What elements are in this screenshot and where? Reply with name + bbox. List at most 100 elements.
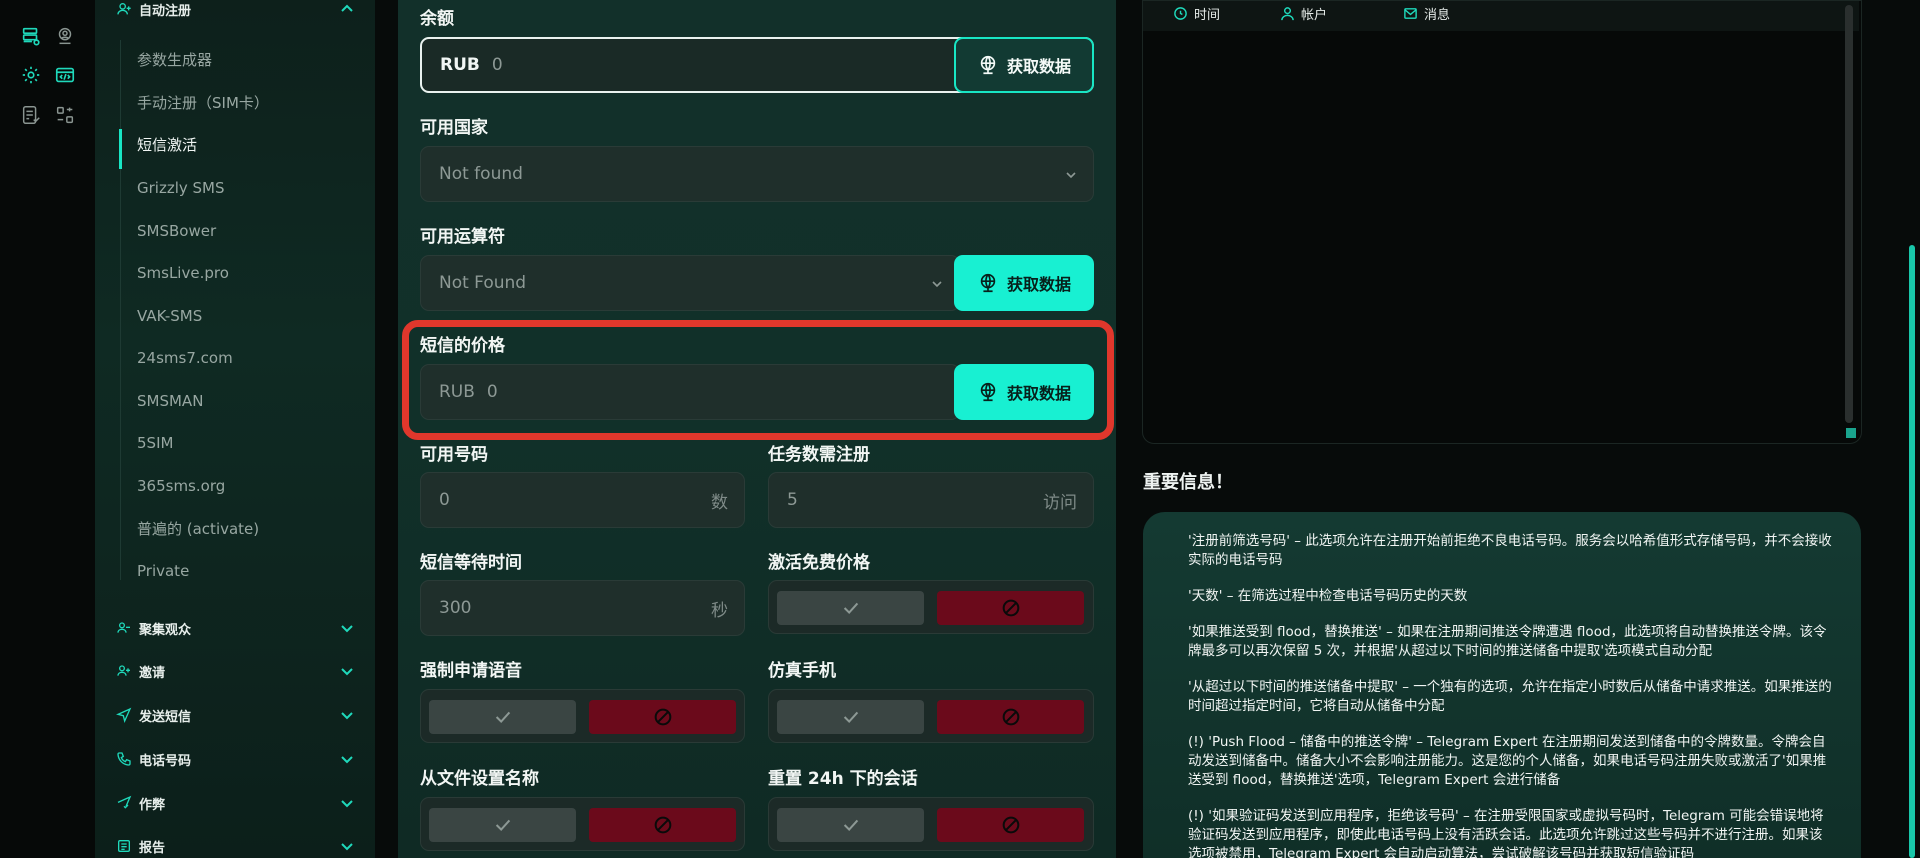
info-paragraph: (!) 'Push Flood – 储备中的推送令牌' – Telegram E…: [1188, 734, 1827, 788]
globe-icon: [980, 273, 996, 293]
free-price-label: 激活免费价格: [768, 553, 870, 573]
chevron-down-icon[interactable]: [339, 795, 355, 811]
log-column-account[interactable]: 帐户: [1280, 4, 1327, 23]
sidebar-item-private[interactable]: Private: [137, 560, 357, 582]
code-window-icon[interactable]: [53, 63, 77, 87]
sidebar-section-send-sms[interactable]: 发送短信: [115, 704, 355, 726]
sidebar-section-label: 电话号码: [139, 753, 192, 769]
sidebar-tree-line: [120, 40, 121, 580]
tasks-field[interactable]: 5 访问: [768, 472, 1094, 528]
log-scrollbar[interactable]: [1845, 5, 1853, 423]
ban-icon: [654, 708, 671, 726]
countries-select[interactable]: Not found: [420, 146, 1094, 202]
ban-icon: [1002, 816, 1019, 834]
operators-value: Not Found: [439, 273, 527, 293]
enable-button[interactable]: [429, 700, 576, 734]
reset-sessions-label: 重置 24h 下的会话: [768, 769, 918, 789]
highlight-box: [402, 320, 1114, 440]
balance-currency: RUB: [440, 55, 480, 75]
operators-label: 可用运算符: [420, 227, 505, 247]
log-panel-header: 时间 帐户 消息: [1143, 1, 1859, 31]
check-icon: [495, 711, 510, 724]
user-add-icon: [115, 0, 133, 18]
enable-button[interactable]: [429, 808, 576, 842]
log-column-label: 时间: [1194, 8, 1221, 23]
info-paragraph: '从超过以下时间的推送储备中提取' – 一个独有的选项，允许在指定小时数后从储备…: [1188, 679, 1832, 714]
page-scrollbar[interactable]: [1909, 245, 1915, 858]
name-from-file-label: 从文件设置名称: [420, 769, 539, 789]
clock-icon: [1174, 7, 1187, 20]
countries-value: Not found: [439, 164, 523, 184]
check-icon: [495, 819, 510, 832]
info-paragraph: (!) '如果验证码发送到应用程序，拒绝该号码' – 在注册受限国家或虚拟号码时…: [1188, 808, 1824, 858]
enable-button[interactable]: [777, 700, 924, 734]
sms-wait-unit: 秒: [711, 600, 728, 621]
available-numbers-field[interactable]: 0 数: [420, 472, 745, 528]
sidebar-item-smsman[interactable]: SMSMAN: [137, 390, 357, 412]
emulate-phone-label: 仿真手机: [768, 661, 836, 681]
enable-button[interactable]: [777, 591, 924, 625]
sidebar-section-cheat[interactable]: 作弊: [115, 792, 355, 814]
chevron-up-icon[interactable]: [339, 1, 355, 17]
sidebar-section-audience[interactable]: 聚集观众: [115, 617, 355, 639]
chevron-down-icon: [932, 281, 942, 288]
sidebar-item-sms-activation[interactable]: 短信激活: [137, 134, 357, 156]
user-location-icon[interactable]: [53, 24, 77, 48]
sidebar-item-5sim[interactable]: 5SIM: [137, 432, 357, 454]
log-column-message[interactable]: 消息: [1403, 4, 1450, 23]
sidebar-section-phone-numbers[interactable]: 电话号码: [115, 748, 355, 770]
sidebar-item-param-generator[interactable]: 参数生成器: [137, 49, 357, 71]
sidebar-item-activate[interactable]: 普遍的 (activate): [137, 518, 357, 540]
operators-select[interactable]: Not Found: [420, 255, 960, 311]
sidebar-section-label: 聚集观众: [139, 622, 192, 638]
check-icon: [843, 819, 858, 832]
chevron-down-icon[interactable]: [339, 620, 355, 636]
sidebar-item-smsbower[interactable]: SMSBower: [137, 220, 357, 242]
disable-button[interactable]: [589, 700, 736, 734]
sms-wait-field[interactable]: 300 秒: [420, 580, 745, 636]
ban-icon: [1002, 708, 1019, 726]
checklist-icon[interactable]: [19, 103, 43, 127]
chevron-down-icon[interactable]: [339, 838, 355, 854]
chevron-down-icon: [1066, 172, 1076, 179]
disable-button[interactable]: [937, 700, 1084, 734]
disable-button[interactable]: [589, 808, 736, 842]
check-icon: [843, 711, 858, 724]
phone-icon: [115, 750, 133, 768]
emulate-phone-toggle: [768, 689, 1094, 743]
sidebar-section-auto-register[interactable]: 自动注册: [115, 0, 355, 20]
sidebar-section-reports[interactable]: 报告: [115, 835, 355, 857]
icon-rail: [0, 0, 95, 858]
log-column-time[interactable]: 时间: [1173, 4, 1220, 23]
sidebar-section-invite[interactable]: 邀请: [115, 660, 355, 682]
enable-button[interactable]: [777, 808, 924, 842]
fetch-label: 获取数据: [1006, 57, 1071, 76]
reset-sessions-toggle: [768, 797, 1094, 851]
sidebar-item-365sms[interactable]: 365sms.org: [137, 475, 357, 497]
name-from-file-toggle: [420, 797, 745, 851]
chevron-down-icon[interactable]: [339, 707, 355, 723]
sidebar-item-grizzly-sms[interactable]: Grizzly SMS: [137, 177, 357, 199]
balance-fetch-button[interactable]: 获取数据: [954, 37, 1094, 93]
send-icon: [115, 706, 133, 724]
resize-handle[interactable]: [1846, 428, 1856, 438]
disable-button[interactable]: [937, 808, 1084, 842]
fetch-label: 获取数据: [1006, 275, 1071, 294]
sms-wait-value: 300: [439, 598, 472, 618]
layout-icon[interactable]: [53, 103, 77, 127]
disable-button[interactable]: [937, 591, 1084, 625]
info-paragraph: '如果推送受到 flood，替换推送' – 如果在注册期间推送令牌遭遇 floo…: [1188, 624, 1827, 659]
sidebar-section-label: 自动注册: [139, 3, 192, 19]
sidebar-item-vak-sms[interactable]: VAK-SMS: [137, 305, 357, 327]
chevron-down-icon[interactable]: [339, 751, 355, 767]
chevron-down-icon[interactable]: [339, 663, 355, 679]
important-info-card: '注册前筛选号码' – 此选项允许在注册开始前拒绝不良电话号码。服务会以哈希值形…: [1143, 512, 1861, 858]
gear-icon[interactable]: [19, 63, 43, 87]
operators-fetch-button[interactable]: 获取数据: [954, 255, 1094, 311]
countries-label: 可用国家: [420, 118, 488, 138]
tasks-label: 任务数需注册: [768, 445, 870, 465]
sidebar-item-24sms7[interactable]: 24sms7.com: [137, 347, 357, 369]
sidebar-item-manual-register[interactable]: 手动注册（SIM卡）: [137, 92, 357, 114]
sidebar-item-smslive[interactable]: SmsLive.pro: [137, 262, 357, 284]
database-icon[interactable]: [19, 24, 43, 48]
